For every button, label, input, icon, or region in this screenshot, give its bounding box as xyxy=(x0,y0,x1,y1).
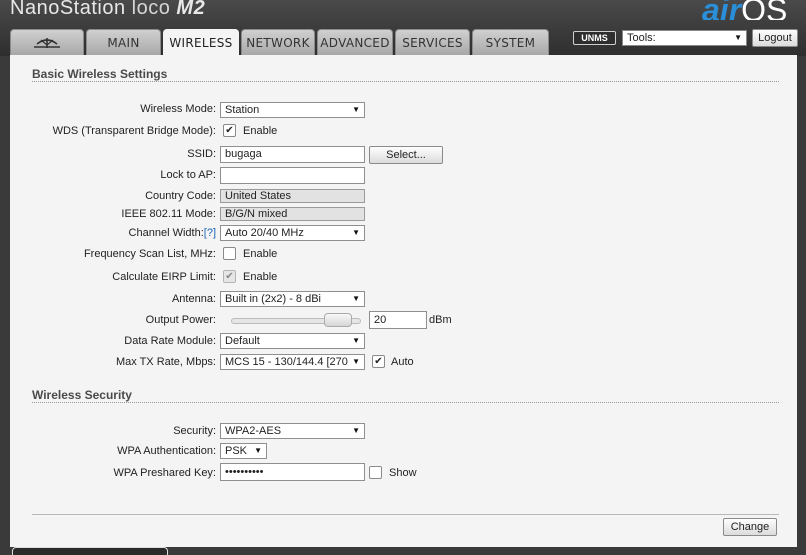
wds-label: WDS (Transparent Bridge Mode): xyxy=(52,125,216,137)
wpa-preshared-key-input[interactable]: •••••••••• xyxy=(220,463,365,481)
ssid-input[interactable]: bugaga xyxy=(220,146,365,163)
country-code-label: Country Code: xyxy=(145,190,216,202)
chevron-down-icon: ▼ xyxy=(352,426,360,435)
section-title-basic-wireless: Basic Wireless Settings xyxy=(32,67,168,81)
product-logo: NanoStation loco M2 xyxy=(10,0,205,21)
ieee-mode-label: IEEE 802.11 Mode: xyxy=(121,208,216,220)
show-key-label: Show xyxy=(389,467,417,479)
max-tx-rate-select[interactable]: MCS 15 - 130/144.4 [270 ▼ xyxy=(220,354,365,370)
antenna-label: Antenna: xyxy=(171,293,216,305)
channel-width-value: Auto 20/40 MHz xyxy=(225,227,304,239)
channel-width-select[interactable]: Auto 20/40 MHz ▼ xyxy=(220,225,365,241)
brand-model: M2 xyxy=(176,0,206,19)
content-panel: Basic Wireless Settings Wireless Mode: S… xyxy=(10,55,797,547)
ubiquiti-logo-icon xyxy=(32,36,62,50)
ieee-mode-field: B/G/N mixed xyxy=(220,207,365,221)
channel-width-text: Channel Width: xyxy=(128,227,204,239)
tab-advanced[interactable]: ADVANCED xyxy=(317,29,393,55)
frequency-scan-enable-label: Enable xyxy=(243,248,278,260)
wds-enable-checkbox[interactable]: ✔ xyxy=(223,124,236,137)
eirp-limit-label: Calculate EIRP Limit: xyxy=(112,271,216,283)
wireless-mode-label: Wireless Mode: xyxy=(140,103,216,115)
wpa-preshared-key-label: WPA Preshared Key: xyxy=(113,467,216,479)
wds-enable-label: Enable xyxy=(243,125,278,137)
airos-air: air xyxy=(702,0,742,20)
brand-loco: loco xyxy=(131,0,171,19)
chevron-down-icon: ▼ xyxy=(352,336,360,345)
footer-logo-tab xyxy=(12,547,168,555)
tab-main[interactable]: MAIN xyxy=(86,29,161,55)
channel-width-label: Channel Width:[?] xyxy=(129,227,216,239)
section-divider xyxy=(32,402,779,403)
checkmark-icon: ✔ xyxy=(225,125,234,136)
country-code-field: United States xyxy=(220,189,365,203)
antenna-select[interactable]: Built in (2x2) - 8 dBi ▼ xyxy=(220,291,365,307)
chevron-down-icon: ▼ xyxy=(352,294,360,303)
security-select[interactable]: WPA2-AES ▼ xyxy=(220,423,365,439)
tab-system[interactable]: SYSTEM xyxy=(472,29,549,55)
frequency-scan-checkbox[interactable] xyxy=(223,247,236,260)
wpa-authentication-label: WPA Authentication: xyxy=(117,445,216,457)
show-key-checkbox[interactable] xyxy=(369,466,382,479)
form-footer-divider xyxy=(32,514,779,515)
tab-wireless[interactable]: WIRELESS xyxy=(163,29,239,55)
tab-network[interactable]: NETWORK xyxy=(241,29,315,55)
tools-dropdown[interactable]: Tools: ▼ xyxy=(622,30,747,46)
tab-services[interactable]: SERVICES xyxy=(395,29,470,55)
channel-width-help-link[interactable]: [?] xyxy=(204,227,216,239)
wireless-mode-value: Station xyxy=(225,104,260,116)
output-power-input[interactable]: 20 xyxy=(369,311,427,329)
ssid-label: SSID: xyxy=(187,148,216,160)
wpa-authentication-value: PSK xyxy=(225,445,248,457)
unms-badge[interactable]: UNMS xyxy=(573,31,616,45)
ssid-select-button[interactable]: Select... xyxy=(369,146,443,164)
lock-to-ap-label: Lock to AP: xyxy=(160,169,216,181)
max-tx-auto-label: Auto xyxy=(391,356,414,368)
wpa-authentication-select[interactable]: PSK ▼ xyxy=(220,443,267,459)
chevron-down-icon: ▼ xyxy=(352,105,360,114)
chevron-down-icon: ▼ xyxy=(352,357,360,366)
security-label: Security: xyxy=(173,425,216,437)
main-tabs: MAIN WIRELESS NETWORK ADVANCED SERVICES … xyxy=(10,29,551,55)
section-title-wireless-security: Wireless Security xyxy=(32,388,132,402)
data-rate-module-label: Data Rate Module: xyxy=(124,335,216,347)
max-tx-rate-label: Max TX Rate, Mbps: xyxy=(115,356,216,368)
tab-ubiquiti-logo[interactable] xyxy=(10,29,84,55)
eirp-limit-enable-label: Enable xyxy=(243,271,278,283)
wireless-mode-select[interactable]: Station ▼ xyxy=(220,102,365,118)
logout-button[interactable]: Logout xyxy=(752,29,798,47)
section-divider xyxy=(32,81,779,82)
frequency-scan-label: Frequency Scan List, MHz: xyxy=(83,248,216,260)
header-bar: NanoStation loco M2 airOS MAIN WIRELESS … xyxy=(0,0,806,56)
checkmark-icon: ✔ xyxy=(374,356,383,367)
chevron-down-icon: ▼ xyxy=(734,33,742,42)
eirp-limit-checkbox: ✔ xyxy=(223,270,236,283)
lock-to-ap-input[interactable] xyxy=(220,167,365,184)
brand-name: NanoStation xyxy=(10,0,126,19)
output-power-unit: dBm xyxy=(429,314,452,326)
security-value: WPA2-AES xyxy=(225,425,282,437)
checkmark-icon: ✔ xyxy=(225,271,234,282)
change-button[interactable]: Change xyxy=(723,518,777,536)
airos-logo: airOS xyxy=(702,0,787,20)
output-power-slider-handle[interactable] xyxy=(324,313,352,327)
data-rate-module-value: Default xyxy=(225,335,260,347)
chevron-down-icon: ▼ xyxy=(352,228,360,237)
max-tx-auto-checkbox[interactable]: ✔ xyxy=(372,355,385,368)
max-tx-rate-value: MCS 15 - 130/144.4 [270 xyxy=(225,356,348,368)
chevron-down-icon: ▼ xyxy=(254,446,262,455)
tools-label: Tools: xyxy=(627,32,656,44)
data-rate-module-select[interactable]: Default ▼ xyxy=(220,333,365,349)
antenna-value: Built in (2x2) - 8 dBi xyxy=(225,293,321,305)
output-power-label: Output Power: xyxy=(145,314,216,326)
airos-os: OS xyxy=(741,0,788,20)
